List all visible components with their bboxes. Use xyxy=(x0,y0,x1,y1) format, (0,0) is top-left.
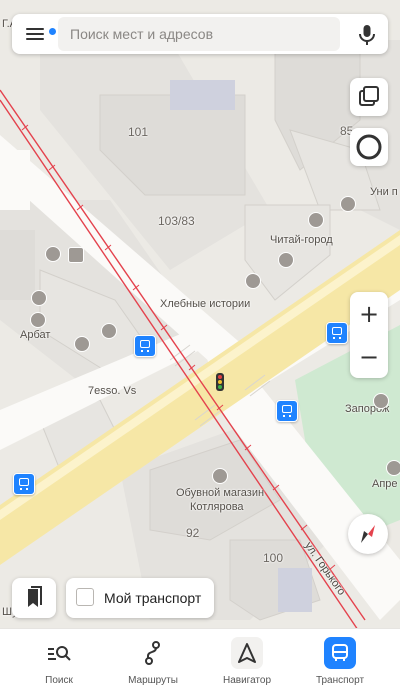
navigator-arrow-icon xyxy=(231,637,263,669)
tab-navigator[interactable]: Навигатор xyxy=(207,629,287,692)
poi-label-apre: Апре xyxy=(372,478,398,490)
ruble-icon[interactable] xyxy=(31,290,47,306)
tab-navigator-label: Навигатор xyxy=(222,675,272,686)
my-transport-label: Мой транспорт xyxy=(104,590,202,606)
layers-icon xyxy=(359,86,379,106)
zoom-in-button[interactable]: + xyxy=(350,292,388,335)
menu-button[interactable] xyxy=(20,22,57,46)
poi-label-shoes-2: Котлярова xyxy=(190,501,244,513)
tab-transport-label: Транспорт xyxy=(315,675,365,686)
search-list-icon xyxy=(43,637,75,669)
notification-dot xyxy=(48,27,57,36)
building-number-101: 101 xyxy=(128,125,149,139)
building xyxy=(0,230,35,300)
building-number-103: 103/83 xyxy=(158,214,195,228)
layers-button[interactable] xyxy=(350,78,388,116)
poi-label-chitai-gorod: Читай-город xyxy=(270,234,333,246)
building-highlight xyxy=(278,568,312,612)
tab-search-label: Поиск xyxy=(45,675,73,686)
compass-button[interactable] xyxy=(348,514,388,554)
zoom-out-button[interactable]: − xyxy=(350,335,388,378)
cafe-icon[interactable] xyxy=(278,252,294,268)
star-icon[interactable] xyxy=(30,312,46,328)
poi-label-arbat: Арбат xyxy=(20,329,51,341)
alice-icon xyxy=(356,134,382,160)
bakery-icon[interactable] xyxy=(245,273,261,289)
poi-label-shoes: Обувной магазин xyxy=(176,487,265,499)
search-bar xyxy=(12,14,388,54)
search-input[interactable] xyxy=(58,17,340,51)
zoom-controls: + − xyxy=(350,292,388,378)
microphone-icon[interactable] xyxy=(356,23,378,47)
poi-label-uni: Уни п xyxy=(370,186,398,198)
star-icon[interactable] xyxy=(386,460,400,476)
route-icon xyxy=(137,637,169,669)
traffic-light-icon xyxy=(216,373,224,391)
poi-label-esso: 7esso. Vs xyxy=(88,385,137,397)
bus-stop-icon[interactable] xyxy=(134,335,156,357)
tab-routes-label: Маршруты xyxy=(128,675,178,686)
bus-icon xyxy=(324,637,356,669)
bookmarks-icon xyxy=(28,586,42,607)
voice-assistant-button[interactable] xyxy=(350,128,388,166)
building-number-92: 92 xyxy=(186,526,200,540)
building-number-100: 100 xyxy=(263,551,284,565)
bus-stop-icon[interactable] xyxy=(276,400,298,422)
restaurant-icon[interactable] xyxy=(340,196,356,212)
shop-icon[interactable] xyxy=(45,246,61,262)
compass-icon xyxy=(361,525,375,543)
tab-transport[interactable]: Транспорт xyxy=(300,629,380,692)
bus-stop-icon[interactable] xyxy=(326,322,348,344)
poi-label-hlebnye: Хлебные истории xyxy=(160,298,251,310)
bookstore-icon[interactable] xyxy=(308,212,324,228)
star-icon[interactable] xyxy=(373,393,389,409)
star-icon[interactable] xyxy=(74,336,90,352)
tab-search[interactable]: Поиск xyxy=(19,629,99,692)
flag-icon[interactable] xyxy=(101,323,117,339)
street xyxy=(0,150,30,210)
bus-stop-icon[interactable] xyxy=(13,473,35,495)
my-transport-checkbox[interactable] xyxy=(76,588,94,606)
bookmarks-button[interactable] xyxy=(12,578,56,618)
building-highlight xyxy=(170,80,235,110)
tab-routes[interactable]: Маршруты xyxy=(113,629,193,692)
bottom-tab-bar: Поиск Маршруты Навигатор Транспорт xyxy=(0,628,400,692)
my-transport-toggle[interactable]: Мой транспорт xyxy=(66,578,214,618)
star-icon[interactable] xyxy=(212,468,228,484)
bicycle-icon[interactable] xyxy=(68,247,84,263)
